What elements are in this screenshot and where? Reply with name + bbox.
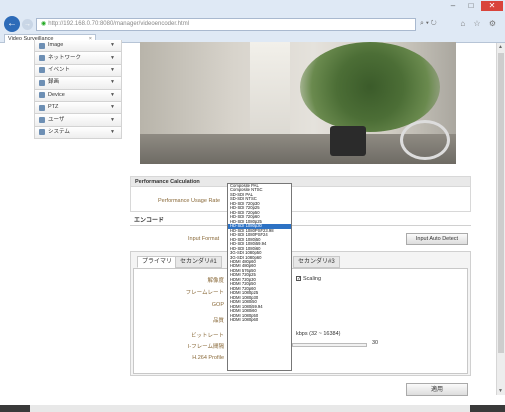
input-format-label: Input Format bbox=[188, 236, 220, 242]
chevron-down-icon: ▼ bbox=[110, 66, 115, 73]
image-icon bbox=[39, 42, 45, 49]
h264-profile-label: H.264 Profile bbox=[192, 355, 224, 361]
scaling-option[interactable]: ✓ Scaling bbox=[296, 276, 321, 282]
sidebar-item-5[interactable]: PTZ ▼ bbox=[34, 101, 122, 115]
ptz-icon bbox=[39, 104, 45, 111]
globe-icon: ◉ bbox=[41, 21, 47, 27]
sidebar-item-0[interactable]: Image ▼ bbox=[34, 40, 122, 53]
iframe-interval-label: I-フレーム間隔 bbox=[187, 344, 224, 350]
sidebar-item-label: ユーザ bbox=[48, 116, 65, 123]
scroll-down-icon[interactable]: ▼ bbox=[498, 388, 503, 394]
sidebar-item-label: イベント bbox=[48, 66, 71, 73]
sidebar-item-label: Device bbox=[48, 91, 65, 98]
sidebar: Image ▼ ネットワーク ▼ イベント ▼ 録画 ▼ Device ▼ PTZ ▼ ユーザ ▼ システム… bbox=[34, 40, 122, 140]
quality-label: 品質 bbox=[212, 318, 224, 324]
camera-pot bbox=[330, 126, 366, 156]
tab-primary[interactable]: プライマリ bbox=[137, 256, 178, 268]
dropdown-option[interactable]: HDMI 1080p60 bbox=[228, 317, 291, 322]
performance-section: Performance Calculation Performance Usag… bbox=[130, 176, 471, 212]
input-format-dropdown[interactable]: Composite PAL Composite NTSC SD-SDI PAL SD-… bbox=[227, 183, 292, 371]
user-icon bbox=[39, 117, 45, 124]
camera-preview bbox=[140, 42, 456, 164]
input-auto-detect-button[interactable]: Input Auto Detect bbox=[406, 233, 468, 245]
chevron-down-icon: ▼ bbox=[110, 42, 115, 49]
address-actions[interactable]: ⌕ ▾ ↻ bbox=[420, 20, 437, 28]
scaling-label: Scaling bbox=[303, 276, 322, 282]
chevron-down-icon: ▼ bbox=[110, 79, 115, 86]
system-icon bbox=[39, 129, 45, 136]
scroll-up-icon[interactable]: ▲ bbox=[498, 44, 503, 50]
minimize-button[interactable]: – bbox=[445, 1, 461, 11]
tab-secondary-1[interactable]: セカンダリ#1 bbox=[175, 256, 222, 268]
back-button[interactable]: ← bbox=[4, 16, 20, 32]
sidebar-item-6[interactable]: ユーザ ▼ bbox=[34, 114, 122, 127]
scaling-checkbox[interactable]: ✓ bbox=[296, 276, 301, 282]
forward-button[interactable]: → bbox=[22, 19, 33, 30]
sidebar-item-label: 録画 bbox=[48, 79, 60, 86]
gop-label: GOP bbox=[211, 302, 224, 308]
sidebar-item-label: PTZ bbox=[48, 104, 59, 111]
tab-secondary-3[interactable]: セカンダリ#3 bbox=[293, 256, 340, 268]
chevron-down-icon: ▼ bbox=[110, 128, 115, 135]
window-controls: – □ ✕ bbox=[445, 1, 503, 11]
camera-bicycle bbox=[400, 120, 450, 160]
chevron-down-icon: ▼ bbox=[110, 54, 115, 61]
maximize-button[interactable]: □ bbox=[463, 1, 479, 11]
address-bar[interactable]: ◉ http://192.168.0.70:8080/manager/videoe… bbox=[36, 18, 416, 31]
sidebar-item-4[interactable]: Device ▼ bbox=[34, 89, 122, 102]
event-icon bbox=[39, 67, 45, 74]
page-scrollbar[interactable]: ▲ ▼ bbox=[496, 43, 505, 395]
bitrate-range: kbps (32 ~ 16384) bbox=[296, 331, 341, 337]
sidebar-item-label: Image bbox=[48, 42, 64, 49]
sidebar-item-label: システム bbox=[48, 128, 70, 135]
address-text: http://192.168.0.70:8080/manager/videoen… bbox=[48, 21, 190, 27]
sidebar-item-3[interactable]: 録画 ▼ bbox=[34, 77, 122, 90]
browser-navbar: ← → ◉ http://192.168.0.70:8080/manager/vi… bbox=[0, 14, 505, 34]
chevron-down-icon: ▼ bbox=[110, 116, 115, 123]
sidebar-item-7[interactable]: システム ▼ bbox=[34, 126, 122, 140]
iframe-slider[interactable] bbox=[292, 343, 367, 347]
chevron-down-icon: ▼ bbox=[110, 104, 115, 111]
encode-title: エンコード bbox=[130, 216, 471, 226]
sidebar-item-label: ネットワーク bbox=[48, 54, 82, 61]
bottom-strip bbox=[0, 405, 505, 412]
iframe-value: 30 bbox=[372, 340, 379, 346]
framerate-label: フレームレート bbox=[185, 290, 224, 296]
scroll-thumb[interactable] bbox=[498, 53, 504, 353]
bitrate-label: ビットレート bbox=[190, 333, 224, 339]
camera-tree bbox=[300, 42, 440, 132]
record-icon bbox=[39, 79, 45, 86]
browser-tools[interactable]: ⌂ ☆ ⚙ bbox=[460, 19, 499, 28]
bottom-strip-inner bbox=[30, 405, 470, 412]
chevron-down-icon: ▼ bbox=[110, 91, 115, 98]
usage-rate-label: Performance Usage Rate bbox=[158, 198, 221, 204]
resolution-label: 解像度 bbox=[207, 278, 224, 284]
device-icon bbox=[39, 92, 45, 99]
close-button[interactable]: ✕ bbox=[481, 1, 503, 11]
performance-title: Performance Calculation bbox=[131, 177, 470, 187]
window-titlebar: – □ ✕ bbox=[0, 0, 505, 14]
sidebar-item-2[interactable]: イベント ▼ bbox=[34, 64, 122, 78]
apply-button[interactable]: 適用 bbox=[406, 383, 468, 396]
network-icon bbox=[39, 55, 45, 62]
sidebar-item-1[interactable]: ネットワーク ▼ bbox=[34, 52, 122, 65]
